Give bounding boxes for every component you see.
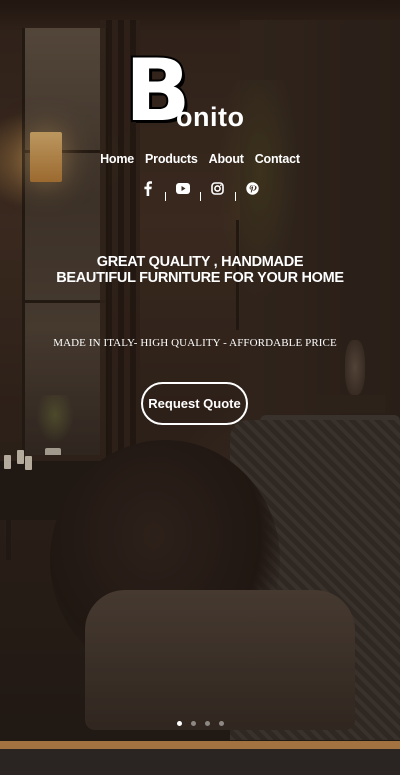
social-separator (234, 192, 236, 201)
nav-products[interactable]: Products (145, 152, 198, 166)
nav-about[interactable]: About (209, 152, 244, 166)
hero-headline-line1: GREAT QUALITY , HANDMADE (96, 254, 304, 270)
slider-dot-4[interactable] (218, 721, 224, 726)
hero-headline-line2: BEAUTIFUL FURNITURE FOR YOUR HOME (56, 270, 344, 286)
page-bottom-strip (0, 749, 400, 775)
slider-dot-1[interactable] (176, 721, 182, 726)
accent-strip (0, 741, 400, 749)
brand-logo[interactable]: B onito (123, 46, 275, 138)
social-links (0, 178, 400, 201)
youtube-icon[interactable] (172, 178, 194, 198)
slider-dot-2[interactable] (190, 721, 196, 726)
slider-dot-3[interactable] (204, 721, 210, 726)
main-nav: Home Products About Contact (0, 152, 400, 166)
slider-dots (0, 721, 400, 726)
brand-logo-name: onito (176, 102, 245, 132)
request-quote-button[interactable]: Request Quote (141, 382, 248, 425)
nav-contact[interactable]: Contact (255, 152, 300, 166)
hero-tagline: MADE IN ITALY- HIGH QUALITY - AFFORDABLE… (53, 337, 337, 349)
social-separator (164, 192, 166, 201)
nav-home[interactable]: Home (100, 152, 134, 166)
facebook-icon[interactable] (137, 178, 159, 198)
social-separator (199, 192, 201, 201)
instagram-icon[interactable] (207, 178, 229, 198)
hero-headline: GREAT QUALITY , HANDMADE BEAUTIFUL FURNI… (0, 254, 400, 286)
hero-section: B onito Home Products About Contact GREA… (0, 0, 400, 741)
pinterest-icon[interactable] (242, 178, 264, 198)
